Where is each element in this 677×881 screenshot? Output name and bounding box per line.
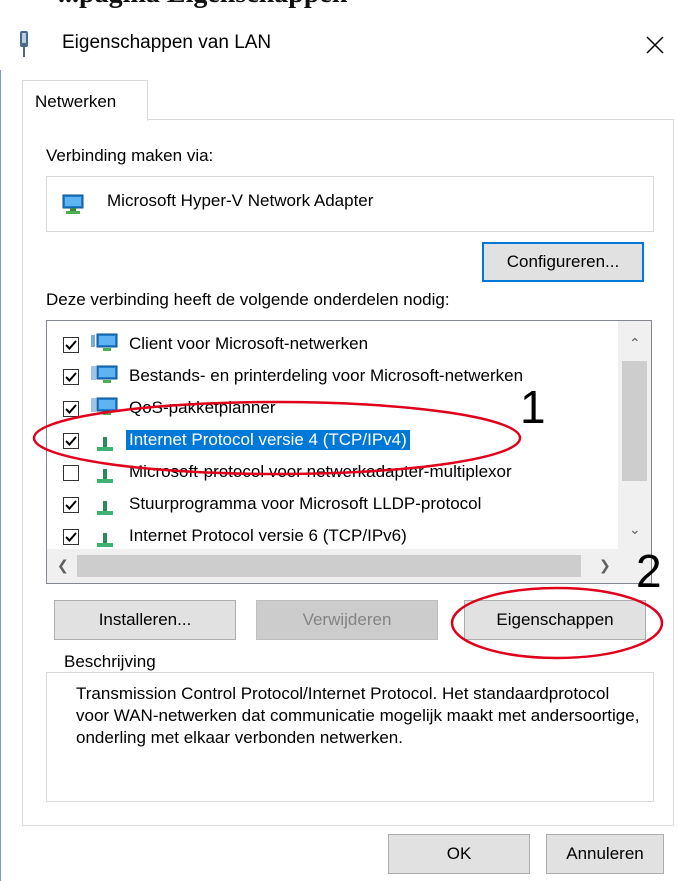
check-icon [65, 532, 77, 542]
components-list[interactable]: Client voor Microsoft-netwerken Bestands… [46, 320, 652, 584]
component-label: QoS-pakketplanner [129, 398, 276, 417]
component-label: Internet Protocol versie 4 (TCP/IPv4) [126, 430, 410, 450]
component-label: Client voor Microsoft-netwerken [129, 334, 369, 353]
cancel-button[interactable]: Annuleren [546, 834, 664, 874]
list-item[interactable]: Microsoft-protocol voor netwerkadapter-m… [47, 457, 617, 489]
connect-via-label: Verbinding maken via: [46, 146, 214, 165]
annotation-number-1: 1 [520, 381, 546, 433]
list-item[interactable]: Stuurprogramma voor Microsoft LLDP-proto… [47, 489, 617, 521]
component-label: Stuurprogramma voor Microsoft LLDP-proto… [129, 494, 482, 513]
scroll-up-icon[interactable]: ⌃ [629, 335, 641, 352]
checkbox[interactable] [63, 337, 79, 353]
check-icon [65, 404, 77, 414]
adapter-name: Microsoft Hyper-V Network Adapter [107, 191, 374, 210]
remove-button: Verwijderen [256, 600, 438, 640]
ok-button[interactable]: OK [388, 834, 530, 874]
protocol-icon [97, 469, 113, 483]
checkbox[interactable] [63, 529, 79, 545]
checkbox[interactable] [63, 497, 79, 513]
window-title: Eigenschappen van LAN [62, 32, 272, 53]
description-text: Transmission Control Protocol/Internet P… [76, 684, 640, 747]
components-label: Deze verbinding heeft de volgende onderd… [46, 290, 450, 309]
protocol-icon [97, 501, 113, 515]
scroll-down-icon[interactable]: ⌄ [629, 521, 641, 538]
annotation-number-2: 2 [636, 545, 662, 597]
clipped-heading: ...pagina Eigenschappen [0, 0, 677, 8]
qos-service-icon [91, 397, 118, 415]
horizontal-scroll-thumb[interactable] [77, 555, 581, 577]
vertical-scrollbar[interactable]: ⌃ ⌄ [618, 321, 651, 549]
protocol-icon [97, 533, 113, 547]
checkbox[interactable] [63, 433, 79, 449]
properties-button[interactable]: Eigenschappen [464, 600, 646, 640]
check-icon [65, 340, 77, 350]
adapter-box: Microsoft Hyper-V Network Adapter [46, 176, 654, 232]
vertical-scroll-thumb[interactable] [622, 361, 647, 481]
install-button[interactable]: Installeren... [54, 600, 236, 640]
scroll-left-icon[interactable]: ❮ [57, 557, 69, 574]
network-connection-icon [20, 31, 28, 57]
network-adapter-icon [62, 194, 84, 214]
check-icon [65, 500, 77, 510]
component-label: Bestands- en printerdeling voor Microsof… [129, 366, 524, 385]
tab-netwerken[interactable]: Netwerken [22, 80, 148, 121]
window-border [0, 70, 1, 881]
checkbox-unchecked[interactable] [63, 465, 79, 481]
scroll-right-icon[interactable]: ❯ [599, 557, 611, 574]
title-bar: Eigenschappen van LAN [0, 8, 677, 70]
description-legend: Beschrijving [60, 652, 160, 672]
check-icon [65, 372, 77, 382]
protocol-icon [97, 437, 113, 451]
component-label: Microsoft-protocol voor netwerkadapter-m… [129, 462, 512, 481]
checkbox[interactable] [63, 369, 79, 385]
horizontal-scrollbar[interactable]: ❮ ❯ [47, 549, 651, 583]
component-label: Internet Protocol versie 6 (TCP/IPv6) [129, 526, 407, 545]
check-icon [65, 436, 77, 446]
file-printer-sharing-icon [91, 365, 118, 383]
configure-button[interactable]: Configureren... [482, 242, 644, 282]
close-icon[interactable] [634, 22, 674, 66]
network-client-icon [91, 333, 118, 351]
checkbox[interactable] [63, 401, 79, 417]
list-item[interactable]: Client voor Microsoft-netwerken [47, 329, 617, 361]
